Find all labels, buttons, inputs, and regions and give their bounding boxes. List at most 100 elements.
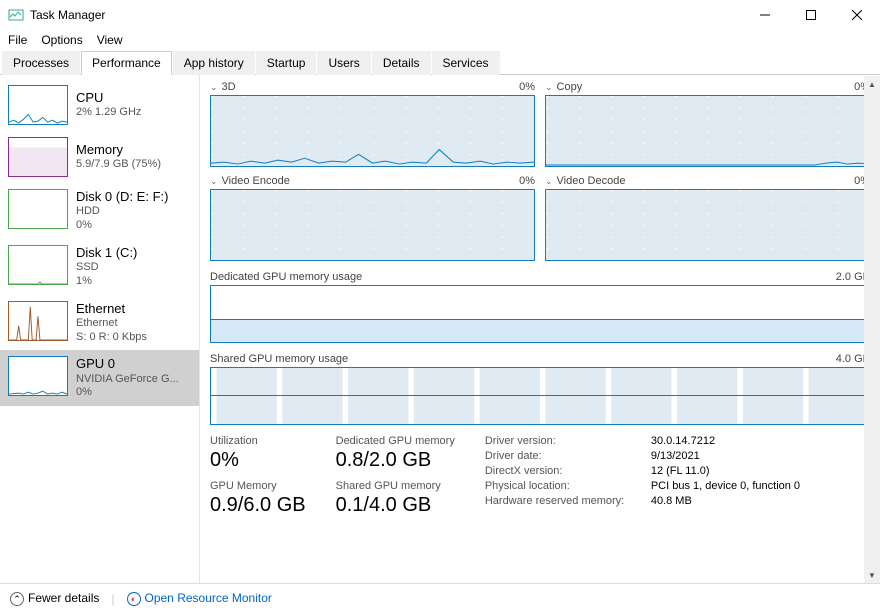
tab-app-history[interactable]: App history (173, 51, 255, 75)
sidebar-item-ethernet[interactable]: EthernetEthernetS: 0 R: 0 Kbps (0, 295, 199, 351)
chart-3d-title[interactable]: 3D (222, 81, 236, 93)
chart-vd-plot (545, 189, 870, 261)
dedicated-gpu-memory-chart: Dedicated GPU memory usage2.0 GB (210, 271, 870, 343)
disk0-title: Disk 0 (D: E: F:) (76, 189, 168, 205)
chevron-down-icon[interactable]: ⌄ (210, 82, 218, 92)
disk1-detail2: 1% (76, 275, 137, 289)
chart-3d-plot (210, 95, 535, 167)
tab-startup[interactable]: Startup (256, 51, 317, 75)
disk0-thumb (8, 189, 68, 229)
util-value: 0% (210, 449, 306, 472)
footer: ⌃Fewer details | ◐Open Resource Monitor (0, 583, 880, 613)
ethernet-detail2: S: 0 R: 0 Kbps (76, 331, 147, 345)
sgpu-plot (210, 367, 870, 425)
monitor-icon: ◐ (127, 592, 141, 606)
dgpu-label: Dedicated GPU memory (336, 435, 455, 447)
ethernet-thumb (8, 301, 68, 341)
sgpu-label: Shared GPU memory (336, 480, 455, 492)
chart-ve-title[interactable]: Video Encode (222, 175, 290, 187)
fewer-details-button[interactable]: ⌃Fewer details (10, 591, 99, 607)
prop-k-3: Physical location: (485, 480, 645, 492)
shared-gpu-memory-chart: Shared GPU memory usage4.0 GB (210, 353, 870, 425)
tabs: Processes Performance App history Startu… (0, 50, 880, 75)
scrollbar[interactable]: ▲ ▼ (864, 76, 880, 583)
ethernet-detail: Ethernet (76, 317, 147, 331)
gpu0-detail2: 0% (76, 386, 179, 400)
sidebar-item-disk0[interactable]: Disk 0 (D: E: F:)HDD0% (0, 183, 199, 239)
scroll-up-icon[interactable]: ▲ (864, 76, 880, 92)
close-button[interactable] (834, 0, 880, 30)
chart-copy-title[interactable]: Copy (557, 81, 583, 93)
chart-ve-pct: 0% (519, 175, 535, 187)
gpu0-title: GPU 0 (76, 356, 179, 372)
open-resource-monitor-link[interactable]: ◐Open Resource Monitor (127, 591, 272, 606)
disk0-detail2: 0% (76, 219, 168, 233)
prop-k-4: Hardware reserved memory: (485, 495, 645, 507)
tab-details[interactable]: Details (372, 51, 431, 75)
minimize-button[interactable] (742, 0, 788, 30)
chevron-down-icon[interactable]: ⌄ (210, 176, 218, 186)
sgpu-title: Shared GPU memory usage (210, 353, 348, 365)
prop-v-1: 9/13/2021 (651, 450, 700, 462)
tab-services[interactable]: Services (432, 51, 500, 75)
gpum-label: GPU Memory (210, 480, 306, 492)
util-label: Utilization (210, 435, 306, 447)
memory-thumb (8, 137, 68, 177)
sidebar-item-gpu0[interactable]: GPU 0NVIDIA GeForce G...0% (0, 350, 199, 406)
ethernet-title: Ethernet (76, 301, 147, 317)
prop-k-1: Driver date: (485, 450, 645, 462)
disk0-detail: HDD (76, 205, 168, 219)
main-panel: ⌄ 3D 0% ⌄ Copy 0% ⌄ Video Encode 0% ⌄ Video Dec… (200, 75, 880, 583)
sidebar: CPU2% 1.29 GHz Memory5.9/7.9 GB (75%) Di… (0, 75, 200, 583)
chart-copy-plot (545, 95, 870, 167)
prop-v-3: PCI bus 1, device 0, function 0 (651, 480, 800, 492)
prop-v-2: 12 (FL 11.0) (651, 465, 710, 477)
chart-video-decode: ⌄Video Decode0% (545, 175, 870, 261)
prop-v-0: 30.0.14.7212 (651, 435, 715, 447)
window-title: Task Manager (30, 8, 742, 22)
disk1-detail: SSD (76, 261, 137, 275)
disk1-thumb (8, 245, 68, 285)
prop-v-4: 40.8 MB (651, 495, 692, 507)
chevron-up-icon: ⌃ (10, 592, 24, 606)
chart-video-encode: ⌄ Video Encode 0% (210, 175, 535, 261)
dgpu-title: Dedicated GPU memory usage (210, 271, 362, 283)
sidebar-item-cpu[interactable]: CPU2% 1.29 GHz (0, 79, 199, 131)
chevron-down-icon[interactable]: ⌄ (545, 176, 553, 186)
gpu0-detail: NVIDIA GeForce G... (76, 373, 179, 387)
tab-processes[interactable]: Processes (2, 51, 80, 75)
cpu-detail: 2% 1.29 GHz (76, 106, 141, 120)
disk1-title: Disk 1 (C:) (76, 245, 137, 261)
cpu-thumb (8, 85, 68, 125)
chart-3d: ⌄ 3D 0% (210, 81, 535, 167)
maximize-button[interactable] (788, 0, 834, 30)
gpum-value: 0.9/6.0 GB (210, 494, 306, 517)
chevron-down-icon[interactable]: ⌄ (545, 82, 553, 92)
sidebar-item-memory[interactable]: Memory5.9/7.9 GB (75%) (0, 131, 199, 183)
sgpu-value: 0.1/4.0 GB (336, 494, 455, 517)
scroll-down-icon[interactable]: ▼ (864, 567, 880, 583)
memory-title: Memory (76, 142, 161, 158)
cpu-title: CPU (76, 90, 141, 106)
chart-vd-title[interactable]: Video Decode (557, 175, 626, 187)
gpu0-thumb (8, 356, 68, 396)
titlebar: Task Manager (0, 0, 880, 30)
menu-view[interactable]: View (97, 33, 123, 47)
dgpu-plot (210, 285, 870, 343)
chart-ve-plot (210, 189, 535, 261)
prop-k-2: DirectX version: (485, 465, 645, 477)
prop-k-0: Driver version: (485, 435, 645, 447)
dgpu-value: 0.8/2.0 GB (336, 449, 455, 472)
menu-file[interactable]: File (8, 33, 27, 47)
chart-copy: ⌄Copy0% (545, 81, 870, 167)
sidebar-item-disk1[interactable]: Disk 1 (C:)SSD1% (0, 239, 199, 295)
memory-detail: 5.9/7.9 GB (75%) (76, 158, 161, 172)
scroll-track[interactable] (864, 92, 880, 567)
app-icon (8, 7, 24, 23)
menubar: File Options View (0, 30, 880, 50)
chart-3d-pct: 0% (519, 81, 535, 93)
tab-performance[interactable]: Performance (81, 51, 172, 75)
menu-options[interactable]: Options (41, 33, 82, 47)
stats: Utilization 0% GPU Memory 0.9/6.0 GB Ded… (210, 435, 870, 523)
tab-users[interactable]: Users (317, 51, 370, 75)
